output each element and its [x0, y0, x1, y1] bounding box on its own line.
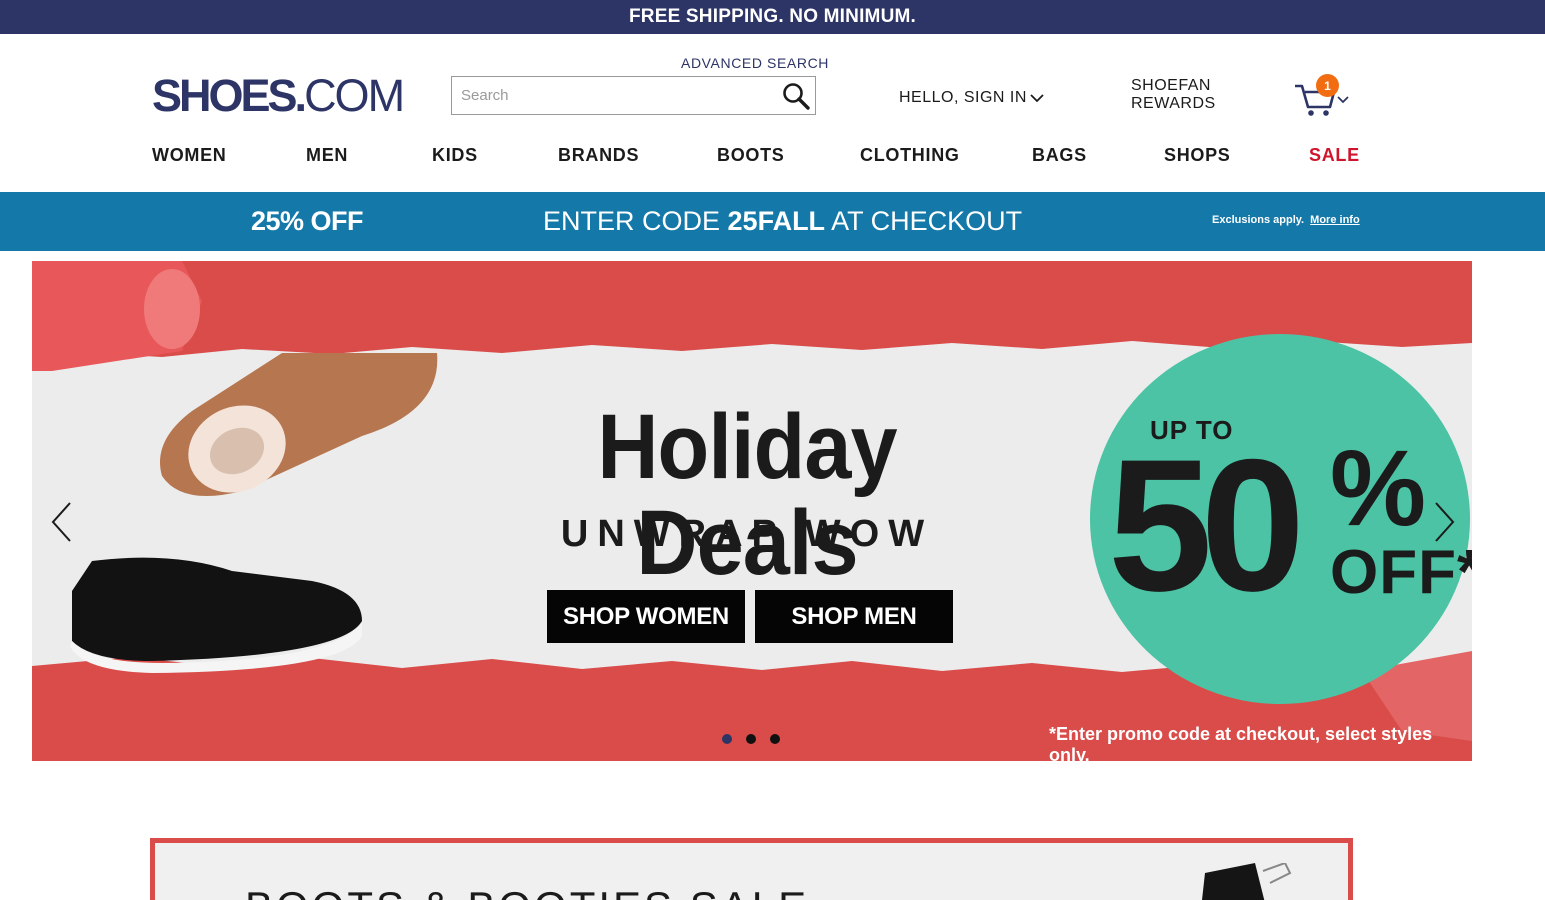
logo-dot: . [294, 70, 307, 121]
logo-bold-text: SHOES [152, 70, 298, 121]
nav-kids[interactable]: KIDS [432, 145, 478, 166]
nav-brands[interactable]: BRANDS [558, 145, 639, 166]
nav-clothing[interactable]: CLOTHING [860, 145, 960, 166]
search-box [451, 76, 816, 115]
hero-title: Holiday Deals [597, 396, 897, 594]
carousel-dot-3[interactable] [770, 734, 780, 744]
chevron-down-icon [1030, 94, 1044, 103]
discount-percent-sign: % [1330, 427, 1427, 548]
shop-men-button[interactable]: SHOP MEN [755, 590, 953, 643]
carousel-dots [722, 734, 780, 744]
free-shipping-text: FREE SHIPPING. NO MINIMUM. [628, 6, 917, 27]
boot-image [1202, 863, 1292, 900]
chevron-left-icon [51, 502, 71, 542]
carousel-dot-1[interactable] [722, 734, 732, 744]
search-icon[interactable] [781, 81, 811, 111]
discount-number: 50 [1108, 420, 1305, 630]
cart-count-badge: 1 [1316, 74, 1339, 97]
shop-women-button[interactable]: SHOP WOMEN [547, 590, 745, 643]
chevron-right-icon [1435, 502, 1455, 542]
carousel-next-arrow[interactable] [1432, 501, 1456, 543]
promo-bar: 25% OFF ENTER CODE 25FALL AT CHECKOUT Ex… [0, 192, 1545, 251]
carousel-prev-arrow[interactable] [50, 501, 74, 543]
nav-sale[interactable]: SALE [1309, 145, 1360, 166]
promo-code-message: ENTER CODE 25FALL AT CHECKOUT [543, 206, 1022, 237]
free-shipping-bar: FREE SHIPPING. NO MINIMUM. [0, 0, 1545, 34]
hero-carousel: Holiday Deals UNWRAP WOW SHOP WOMEN SHOP… [32, 261, 1472, 761]
promo-code: 25FALL [727, 206, 826, 236]
sign-in-label: HELLO, SIGN IN [899, 89, 1027, 106]
shoes-com-logo[interactable]: SHOES.COM [152, 70, 405, 121]
carousel-dot-2[interactable] [746, 734, 756, 744]
promo-exclusions: Exclusions apply. More info [1212, 214, 1360, 226]
nav-men[interactable]: MEN [306, 145, 348, 166]
more-info-link[interactable]: More info [1310, 214, 1360, 226]
rewards-line-2: REWARDS [1131, 95, 1216, 112]
advanced-search-link[interactable]: ADVANCED SEARCH [681, 55, 829, 71]
nav-boots[interactable]: BOOTS [717, 145, 785, 166]
nav-women[interactable]: WOMEN [152, 145, 227, 166]
search-input[interactable] [452, 77, 772, 114]
hero-disclaimer: *Enter promo code at checkout, select st… [1049, 724, 1433, 761]
rewards-line-1: SHOEFAN [1131, 77, 1211, 94]
promo-discount: 25% OFF [251, 206, 364, 236]
hero-subtitle: UNWRAP WOW [560, 513, 934, 555]
boots-sale-banner[interactable]: BOOTS & BOOTIES SALE [150, 838, 1353, 900]
promo-code-prefix: ENTER CODE [543, 206, 728, 236]
main-nav: WOMEN MEN KIDS BRANDS BOOTS CLOTHING BAG… [152, 145, 1359, 171]
nav-bags[interactable]: BAGS [1032, 145, 1087, 166]
boots-sale-title: BOOTS & BOOTIES SALE [245, 883, 809, 900]
cart-button[interactable]: 1 [1293, 74, 1353, 119]
nav-shops[interactable]: SHOPS [1164, 145, 1231, 166]
logo-thin-text: COM [304, 70, 405, 121]
sign-in-menu[interactable]: HELLO, SIGN IN [899, 89, 1044, 107]
discount-off-label: OFF* [1330, 538, 1472, 607]
shoefan-rewards-link[interactable]: SHOEFAN REWARDS [1131, 77, 1216, 113]
promo-code-suffix: AT CHECKOUT [825, 206, 1023, 236]
exclusions-text: Exclusions apply. [1212, 214, 1305, 226]
